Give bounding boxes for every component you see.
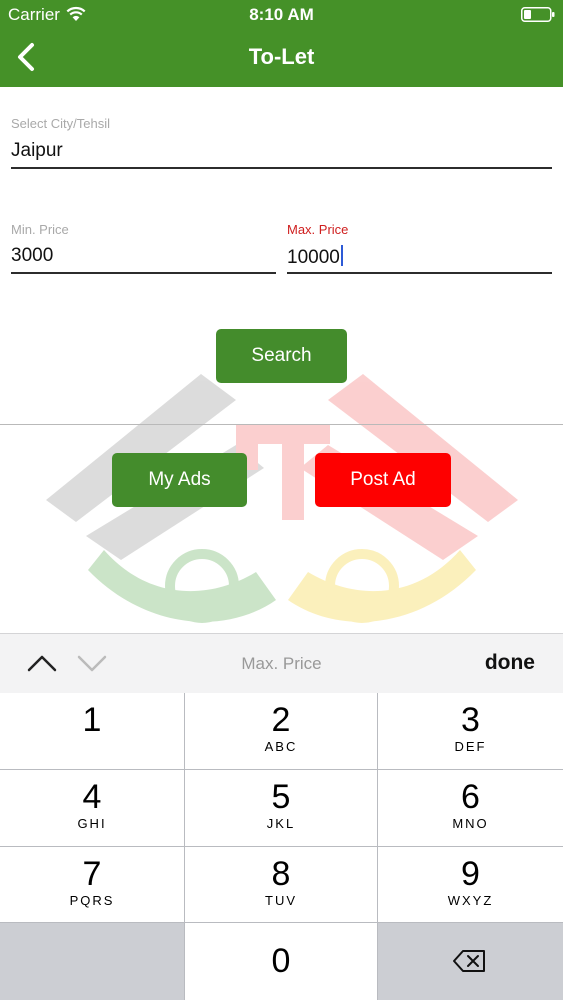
key-letters: PQRS	[69, 893, 115, 908]
key-4[interactable]: 4 GHI	[0, 770, 184, 846]
page-title: To-Let	[248, 44, 315, 69]
key-letters: ABC	[264, 739, 298, 754]
key-digit: 3	[461, 701, 480, 739]
section-divider	[0, 424, 563, 425]
key-letters: MNO	[452, 816, 489, 831]
key-digit: 7	[82, 855, 102, 893]
app-header: Carrier 8:10 AM To-Let	[0, 0, 563, 87]
key-digit: 2	[271, 701, 291, 739]
key-digit: 6	[461, 778, 480, 816]
min-price-input[interactable]: 3000	[11, 245, 53, 267]
backspace-icon	[453, 950, 485, 972]
key-5[interactable]: 5 JKL	[185, 770, 377, 846]
key-letters: WXYZ	[447, 893, 494, 908]
max-price-input[interactable]: 10000	[287, 247, 340, 268]
key-blank	[0, 923, 184, 1000]
key-letters: JKL	[266, 816, 296, 831]
key-8[interactable]: 8 TUV	[185, 847, 377, 922]
battery-icon	[521, 7, 555, 22]
key-digit: 9	[461, 855, 480, 893]
city-label: Select City/Tehsil	[11, 116, 110, 131]
min-price-underline	[11, 272, 276, 274]
keyboard-field-title: Max. Price	[241, 654, 322, 673]
key-digit: 8	[271, 855, 291, 893]
clock: 8:10 AM	[249, 5, 314, 24]
watermark-logo	[46, 374, 518, 623]
key-9[interactable]: 9 WXYZ	[378, 847, 563, 922]
min-price-label: Min. Price	[11, 222, 69, 237]
my-ads-button[interactable]: My Ads	[112, 453, 247, 507]
key-digit: 4	[82, 778, 102, 816]
city-input[interactable]: Jaipur	[11, 140, 63, 162]
search-button[interactable]: Search	[216, 329, 347, 383]
key-digit: 0	[271, 942, 291, 980]
keyboard-toolbar: Max. Price done	[0, 633, 563, 693]
post-ad-button[interactable]: Post Ad	[315, 453, 451, 507]
text-cursor	[340, 245, 343, 266]
status-bar: Carrier 8:10 AM	[0, 0, 563, 30]
key-1[interactable]: 1	[0, 693, 184, 769]
key-digit: 1	[82, 701, 102, 739]
key-7[interactable]: 7 PQRS	[0, 847, 184, 922]
city-underline	[11, 167, 552, 169]
key-letters: GHI	[77, 816, 107, 831]
key-letters: TUV	[265, 893, 297, 908]
key-letters: DEF	[454, 739, 487, 754]
max-price-underline	[287, 272, 552, 274]
key-0[interactable]: 0	[185, 923, 377, 1000]
done-button[interactable]: done	[485, 651, 535, 675]
number-pad: 1 2 ABC 3 DEF 4 GHI 5 JKL 6 MNO 7 PQRS 8…	[0, 693, 563, 1000]
max-price-label: Max. Price	[287, 222, 349, 237]
max-price-field[interactable]: 10000	[287, 245, 343, 269]
key-6[interactable]: 6 MNO	[378, 770, 563, 846]
key-digit: 5	[271, 778, 291, 816]
key-3[interactable]: 3 DEF	[378, 693, 563, 769]
key-backspace[interactable]	[378, 923, 563, 1000]
key-2[interactable]: 2 ABC	[185, 693, 377, 769]
